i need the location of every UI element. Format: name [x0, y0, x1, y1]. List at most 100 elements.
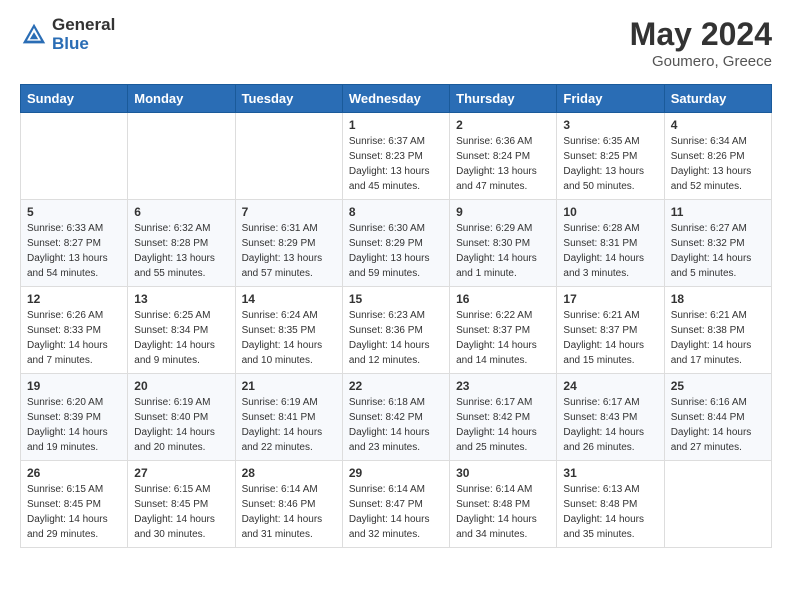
calendar-cell: 6Sunrise: 6:32 AMSunset: 8:28 PMDaylight…	[128, 200, 235, 287]
title-month: May 2024	[630, 16, 772, 53]
calendar-cell: 22 Sunrise: 6:18 AMSunset: 8:42 PMDayligh…	[342, 374, 449, 461]
day-number: 15	[349, 292, 443, 306]
day-info: Sunrise: 6:36 AMSunset: 8:24 PMDaylight:…	[456, 134, 550, 194]
calendar-cell: 21 Sunrise: 6:19 AMSunset: 8:41 PMDayligh…	[235, 374, 342, 461]
day-number: 31	[563, 466, 657, 480]
weekday-header-tuesday: Tuesday	[235, 85, 342, 113]
calendar-cell: 19 Sunrise: 6:20 AMSunset: 8:39 PMDayligh…	[21, 374, 128, 461]
day-number: 25	[671, 379, 765, 393]
day-info: Sunrise: 6:17 AMSunset: 8:43 PMDaylight:…	[563, 395, 657, 455]
day-number: 21	[242, 379, 336, 393]
title-location: Goumero, Greece	[630, 53, 772, 70]
calendar-cell: 2Sunrise: 6:36 AMSunset: 8:24 PMDaylight…	[450, 113, 557, 200]
day-number: 4	[671, 118, 765, 132]
day-info: Sunrise: 6:31 AMSunset: 8:29 PMDaylight:…	[242, 221, 336, 281]
day-number: 28	[242, 466, 336, 480]
calendar: SundayMondayTuesdayWednesdayThursdayFrid…	[20, 84, 772, 548]
title-block: May 2024 Goumero, Greece	[630, 16, 772, 70]
calendar-cell: 3 Sunrise: 6:35 AMSunset: 8:25 PMDaylight…	[557, 113, 664, 200]
calendar-cell: 4 Sunrise: 6:34 AMSunset: 8:26 PMDaylight…	[664, 113, 771, 200]
day-number: 8	[349, 205, 443, 219]
logo-general: General	[52, 16, 115, 35]
day-info: Sunrise: 6:21 AMSunset: 8:38 PMDaylight:…	[671, 308, 765, 368]
calendar-cell: 15 Sunrise: 6:23 AMSunset: 8:36 PMDayligh…	[342, 287, 449, 374]
calendar-cell: 12Sunrise: 6:26 AMSunset: 8:33 PMDayligh…	[21, 287, 128, 374]
day-info: Sunrise: 6:26 AMSunset: 8:33 PMDaylight:…	[27, 308, 121, 368]
calendar-cell	[21, 113, 128, 200]
day-info: Sunrise: 6:14 AMSunset: 8:47 PMDaylight:…	[349, 482, 443, 542]
day-number: 16	[456, 292, 550, 306]
day-number: 20	[134, 379, 228, 393]
day-info: Sunrise: 6:23 AMSunset: 8:36 PMDaylight:…	[349, 308, 443, 368]
calendar-cell: 29 Sunrise: 6:14 AMSunset: 8:47 PMDayligh…	[342, 461, 449, 548]
day-number: 18	[671, 292, 765, 306]
day-number: 1	[349, 118, 443, 132]
calendar-cell: 28 Sunrise: 6:14 AMSunset: 8:46 PMDayligh…	[235, 461, 342, 548]
calendar-cell: 16Sunrise: 6:22 AMSunset: 8:37 PMDayligh…	[450, 287, 557, 374]
day-info: Sunrise: 6:18 AMSunset: 8:42 PMDaylight:…	[349, 395, 443, 455]
day-number: 19	[27, 379, 121, 393]
day-info: Sunrise: 6:34 AMSunset: 8:26 PMDaylight:…	[671, 134, 765, 194]
calendar-cell	[128, 113, 235, 200]
day-number: 7	[242, 205, 336, 219]
page: General Blue May 2024 Goumero, Greece Su…	[0, 0, 792, 564]
calendar-cell: 11Sunrise: 6:27 AMSunset: 8:32 PMDayligh…	[664, 200, 771, 287]
day-info: Sunrise: 6:20 AMSunset: 8:39 PMDaylight:…	[27, 395, 121, 455]
week-row-2: 5 Sunrise: 6:33 AMSunset: 8:27 PMDaylight…	[21, 200, 772, 287]
day-info: Sunrise: 6:29 AMSunset: 8:30 PMDaylight:…	[456, 221, 550, 281]
day-info: Sunrise: 6:19 AMSunset: 8:40 PMDaylight:…	[134, 395, 228, 455]
weekday-header-wednesday: Wednesday	[342, 85, 449, 113]
day-number: 29	[349, 466, 443, 480]
calendar-cell: 25 Sunrise: 6:16 AMSunset: 8:44 PMDayligh…	[664, 374, 771, 461]
logo-icon	[20, 21, 48, 49]
day-number: 10	[563, 205, 657, 219]
day-info: Sunrise: 6:33 AMSunset: 8:27 PMDaylight:…	[27, 221, 121, 281]
calendar-cell: 8Sunrise: 6:30 AMSunset: 8:29 PMDaylight…	[342, 200, 449, 287]
day-number: 22	[349, 379, 443, 393]
weekday-header-monday: Monday	[128, 85, 235, 113]
day-number: 26	[27, 466, 121, 480]
calendar-cell: 13Sunrise: 6:25 AMSunset: 8:34 PMDayligh…	[128, 287, 235, 374]
calendar-cell: 5 Sunrise: 6:33 AMSunset: 8:27 PMDaylight…	[21, 200, 128, 287]
day-info: Sunrise: 6:19 AMSunset: 8:41 PMDaylight:…	[242, 395, 336, 455]
calendar-cell: 18 Sunrise: 6:21 AMSunset: 8:38 PMDayligh…	[664, 287, 771, 374]
week-row-5: 26 Sunrise: 6:15 AMSunset: 8:45 PMDayligh…	[21, 461, 772, 548]
calendar-cell: 30Sunrise: 6:14 AMSunset: 8:48 PMDayligh…	[450, 461, 557, 548]
day-number: 5	[27, 205, 121, 219]
calendar-cell: 24 Sunrise: 6:17 AMSunset: 8:43 PMDayligh…	[557, 374, 664, 461]
day-number: 23	[456, 379, 550, 393]
day-number: 14	[242, 292, 336, 306]
calendar-cell: 31 Sunrise: 6:13 AMSunset: 8:48 PMDayligh…	[557, 461, 664, 548]
day-info: Sunrise: 6:37 AMSunset: 8:23 PMDaylight:…	[349, 134, 443, 194]
calendar-cell: 26 Sunrise: 6:15 AMSunset: 8:45 PMDayligh…	[21, 461, 128, 548]
calendar-cell: 9 Sunrise: 6:29 AMSunset: 8:30 PMDaylight…	[450, 200, 557, 287]
day-number: 24	[563, 379, 657, 393]
calendar-cell: 10 Sunrise: 6:28 AMSunset: 8:31 PMDayligh…	[557, 200, 664, 287]
day-number: 9	[456, 205, 550, 219]
day-info: Sunrise: 6:14 AMSunset: 8:48 PMDaylight:…	[456, 482, 550, 542]
day-info: Sunrise: 6:24 AMSunset: 8:35 PMDaylight:…	[242, 308, 336, 368]
day-info: Sunrise: 6:35 AMSunset: 8:25 PMDaylight:…	[563, 134, 657, 194]
calendar-cell	[235, 113, 342, 200]
day-info: Sunrise: 6:15 AMSunset: 8:45 PMDaylight:…	[27, 482, 121, 542]
calendar-cell: 1 Sunrise: 6:37 AMSunset: 8:23 PMDaylight…	[342, 113, 449, 200]
logo-text: General Blue	[52, 16, 115, 53]
calendar-cell: 20 Sunrise: 6:19 AMSunset: 8:40 PMDayligh…	[128, 374, 235, 461]
week-row-4: 19 Sunrise: 6:20 AMSunset: 8:39 PMDayligh…	[21, 374, 772, 461]
day-number: 13	[134, 292, 228, 306]
header: General Blue May 2024 Goumero, Greece	[20, 16, 772, 70]
calendar-cell	[664, 461, 771, 548]
day-number: 6	[134, 205, 228, 219]
logo-blue: Blue	[52, 35, 115, 54]
weekday-header-row: SundayMondayTuesdayWednesdayThursdayFrid…	[21, 85, 772, 113]
day-info: Sunrise: 6:16 AMSunset: 8:44 PMDaylight:…	[671, 395, 765, 455]
calendar-cell: 27Sunrise: 6:15 AMSunset: 8:45 PMDayligh…	[128, 461, 235, 548]
weekday-header-sunday: Sunday	[21, 85, 128, 113]
day-info: Sunrise: 6:14 AMSunset: 8:46 PMDaylight:…	[242, 482, 336, 542]
day-info: Sunrise: 6:13 AMSunset: 8:48 PMDaylight:…	[563, 482, 657, 542]
day-info: Sunrise: 6:28 AMSunset: 8:31 PMDaylight:…	[563, 221, 657, 281]
day-info: Sunrise: 6:21 AMSunset: 8:37 PMDaylight:…	[563, 308, 657, 368]
day-number: 3	[563, 118, 657, 132]
day-number: 11	[671, 205, 765, 219]
day-info: Sunrise: 6:15 AMSunset: 8:45 PMDaylight:…	[134, 482, 228, 542]
